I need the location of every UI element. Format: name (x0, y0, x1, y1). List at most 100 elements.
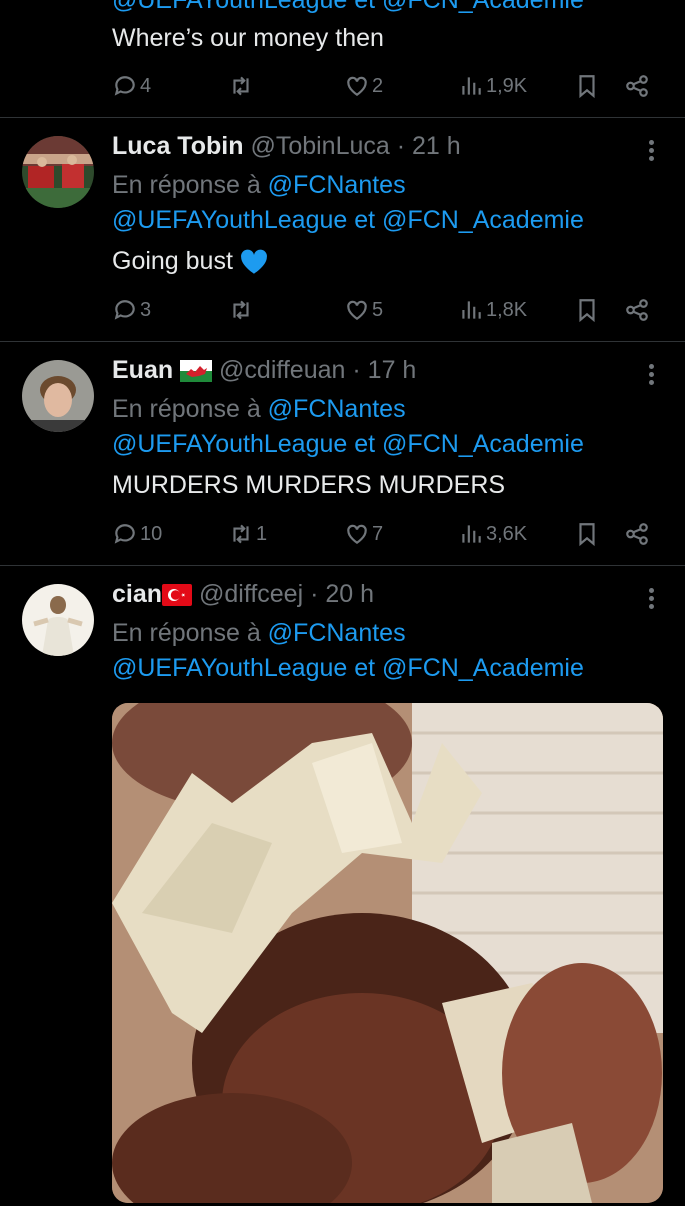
turkey-flag-icon (162, 584, 193, 607)
views-button[interactable]: 1,9K (458, 71, 527, 101)
tweet-header: Euan @cdiffeuan · 17 h (112, 356, 416, 385)
statue-avatar-image (22, 584, 94, 656)
more-options-icon[interactable] (649, 364, 655, 388)
retweet-count: 1 (256, 522, 268, 545)
bookmark-button[interactable] (574, 71, 600, 101)
wales-flag-icon (180, 360, 213, 383)
mention-link[interactable]: @UEFAYouthLeague (112, 430, 347, 458)
tweet-text: Going bust (112, 247, 268, 276)
retweet-icon (233, 76, 249, 96)
reply-mentions[interactable]: @UEFAYouthLeague et @FCN_Academie (112, 0, 584, 15)
bookmark-icon (579, 299, 595, 323)
like-button[interactable]: 2 (344, 71, 383, 101)
heart-icon (347, 300, 367, 320)
bookmark-button[interactable] (574, 519, 600, 549)
tweet-media-image[interactable] (112, 703, 663, 1203)
mention-link[interactable]: @UEFAYouthLeague (112, 206, 347, 234)
tweet-partial[interactable]: @UEFAYouthLeague et @FCN_Academie Where’… (0, 0, 685, 118)
view-count: 1,9K (486, 74, 528, 97)
mention-link[interactable]: @FCNantes (268, 395, 406, 423)
views-icon (462, 301, 481, 319)
user-handle[interactable]: @cdiffeuan (219, 356, 345, 384)
retweet-button[interactable]: 1 (228, 519, 267, 549)
reply-context-line2: @UEFAYouthLeague et @FCN_Academie (112, 654, 584, 683)
views-icon (462, 525, 481, 543)
tweet-header: Luca Tobin @TobinLuca · 21 h (112, 132, 461, 161)
tweet[interactable]: Euan @cdiffeuan · 17 h En réponse à @FCN… (0, 342, 685, 566)
tweet[interactable]: cian @diffceej · 20 h En réponse à @FCNa… (0, 566, 685, 1206)
blue-heart-icon (240, 250, 267, 275)
like-count: 5 (372, 298, 384, 321)
tweet-text: MURDERS MURDERS MURDERS (112, 471, 506, 499)
person-avatar-image (22, 360, 94, 432)
retweet-icon (233, 300, 249, 320)
more-options-icon[interactable] (649, 588, 655, 612)
tweet[interactable]: Luca Tobin @TobinLuca · 21 h En réponse … (0, 118, 685, 342)
reply-count: 10 (140, 522, 163, 545)
share-icon (626, 75, 648, 97)
retweet-icon (233, 524, 249, 544)
heart-icon (347, 524, 367, 544)
action-bar: 4 2 1,9K (112, 71, 657, 101)
retweet-button[interactable] (228, 71, 254, 101)
share-button[interactable] (624, 71, 650, 101)
reply-button[interactable]: 4 (112, 71, 151, 101)
reply-context: En réponse à @FCNantes (112, 619, 406, 648)
views-button[interactable]: 1,8K (458, 295, 527, 325)
share-icon (626, 523, 648, 545)
like-button[interactable]: 7 (344, 519, 383, 549)
avatar[interactable] (22, 136, 94, 208)
reply-context-line2: @UEFAYouthLeague et @FCN_Academie (112, 206, 584, 235)
mention-link[interactable]: @FCN_Academie (382, 206, 584, 234)
reply-icon (114, 76, 135, 96)
timestamp[interactable]: · 21 h (397, 132, 461, 160)
action-bar: 10 1 7 3,6K (112, 519, 657, 549)
reply-separator: et (354, 206, 376, 234)
share-button[interactable] (624, 519, 650, 549)
share-button[interactable] (624, 295, 650, 325)
avatar[interactable] (22, 360, 94, 432)
views-button[interactable]: 3,6K (458, 519, 527, 549)
mention-link[interactable]: @FCNantes (268, 619, 406, 647)
bookmark-button[interactable] (574, 295, 600, 325)
reply-separator: et (354, 430, 376, 458)
reply-icon (114, 300, 135, 320)
heart-icon (347, 76, 367, 96)
display-name[interactable]: Euan (112, 356, 173, 384)
view-count: 1,8K (486, 298, 528, 321)
mention-link[interactable]: @FCN_Academie (382, 430, 584, 458)
reply-context-line2: @UEFAYouthLeague et @FCN_Academie (112, 430, 584, 459)
reply-button[interactable]: 3 (112, 295, 151, 325)
tweet-text-content: Going bust (112, 247, 233, 275)
share-icon (626, 299, 648, 321)
mention-link[interactable]: @FCNantes (268, 171, 406, 199)
money-photo (112, 703, 663, 1203)
reply-button[interactable]: 10 (112, 519, 162, 549)
like-count: 2 (372, 74, 384, 97)
like-button[interactable]: 5 (344, 295, 383, 325)
mention-link[interactable]: @UEFAYouthLeague (112, 654, 347, 682)
retweet-button[interactable] (228, 295, 254, 325)
views-icon (462, 77, 481, 95)
view-count: 3,6K (486, 522, 528, 545)
bookmark-icon (579, 523, 595, 547)
tweet-header: cian @diffceej · 20 h (112, 580, 374, 609)
reply-count: 3 (140, 298, 152, 321)
display-name[interactable]: cian (112, 580, 162, 608)
mention-link[interactable]: @FCN_Academie (382, 654, 584, 682)
reply-prefix: En réponse à (112, 619, 261, 647)
user-handle[interactable]: @TobinLuca (250, 132, 389, 160)
timestamp[interactable]: · 17 h (352, 356, 416, 384)
timestamp[interactable]: · 20 h (310, 580, 374, 608)
reply-separator: et (354, 654, 376, 682)
more-options-icon[interactable] (649, 140, 655, 164)
reply-context: En réponse à @FCNantes (112, 171, 406, 200)
display-name[interactable]: Luca Tobin (112, 132, 243, 160)
action-bar: 3 5 1,8K (112, 295, 657, 325)
reply-prefix: En réponse à (112, 171, 261, 199)
reply-context: En réponse à @FCNantes (112, 395, 406, 424)
avatar[interactable] (22, 584, 94, 656)
user-handle[interactable]: @diffceej (199, 580, 303, 608)
bookmark-icon (579, 75, 595, 99)
stadium-avatar-image (22, 136, 94, 208)
